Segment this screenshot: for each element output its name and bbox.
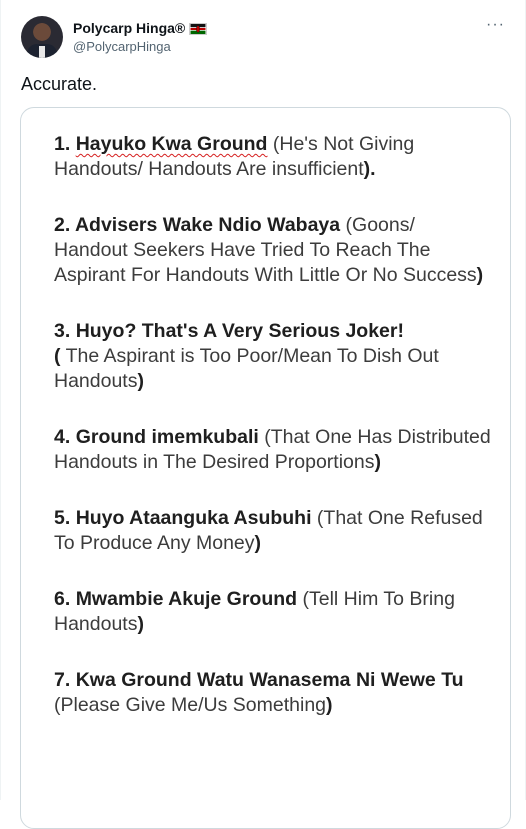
item-number: 3. bbox=[54, 320, 76, 342]
item-close: ) bbox=[137, 370, 144, 392]
item-title: Huyo? That's A Very Serious Joker! bbox=[75, 320, 404, 342]
item-number: 7. bbox=[54, 669, 76, 691]
more-options-icon[interactable]: ··· bbox=[486, 16, 505, 34]
handout-list: 1. Hayuko Kwa Ground (He's Not Giving Ha… bbox=[54, 132, 494, 718]
author-name-link[interactable]: Polycarp Hinga® bbox=[73, 20, 208, 36]
author-name[interactable]: Polycarp Hinga® bbox=[73, 20, 185, 36]
item-title: Huyo Ataanguka Asubuhi bbox=[75, 507, 312, 529]
item-title: Ground imemkubali bbox=[75, 426, 259, 448]
list-item: 7. Kwa Ground Watu Wanasema Ni Wewe Tu (… bbox=[54, 668, 494, 718]
item-number: 5. bbox=[54, 507, 76, 529]
list-item: 2. Advisers Wake Ndio Wabaya (Goons/ Han… bbox=[54, 213, 494, 288]
item-title: Kwa Ground Watu Wanasema Ni Wewe Tu bbox=[75, 669, 464, 691]
item-number: 4. bbox=[54, 426, 76, 448]
item-explanation: The Aspirant is Too Poor/Mean To Dish Ou… bbox=[54, 345, 439, 392]
item-explanation: (Please Give Me/Us Something bbox=[54, 694, 327, 716]
item-close: ) bbox=[254, 532, 262, 554]
item-close: ) bbox=[326, 694, 333, 716]
avatar[interactable] bbox=[21, 16, 63, 58]
item-close: ) bbox=[137, 613, 144, 635]
item-close: ). bbox=[363, 158, 376, 180]
item-close: ) bbox=[476, 264, 484, 286]
kenya-flag-icon bbox=[189, 23, 208, 35]
list-item: 4. Ground imemkubali (That One Has Distr… bbox=[54, 425, 494, 475]
tweet-text: Accurate. bbox=[21, 74, 98, 94]
list-item: 6. Mwambie Akuje Ground (Tell Him To Bri… bbox=[54, 587, 494, 637]
tweet-media-image[interactable]: 1. Hayuko Kwa Ground (He's Not Giving Ha… bbox=[20, 107, 511, 829]
avatar-shirt bbox=[39, 46, 45, 58]
tweet-container: Polycarp Hinga® @PolycarpHinga ··· Accur… bbox=[0, 0, 526, 829]
item-title: Mwambie Akuje Ground bbox=[75, 588, 298, 610]
item-close: ) bbox=[374, 451, 381, 473]
item-title: Hayuko Kwa Ground bbox=[75, 133, 268, 155]
item-number: 6. bbox=[54, 588, 76, 610]
list-item: 5. Huyo Ataanguka Asubuhi (That One Refu… bbox=[54, 506, 494, 556]
author-handle[interactable]: @PolycarpHinga bbox=[73, 39, 171, 54]
item-number: 1. bbox=[54, 133, 76, 155]
item-title: Advisers Wake Ndio Wabaya bbox=[74, 214, 341, 236]
item-number: 2. bbox=[54, 214, 75, 236]
list-item: 1. Hayuko Kwa Ground (He's Not Giving Ha… bbox=[54, 132, 494, 182]
list-item: 3. Huyo? That's A Very Serious Joker! ( … bbox=[54, 319, 494, 394]
